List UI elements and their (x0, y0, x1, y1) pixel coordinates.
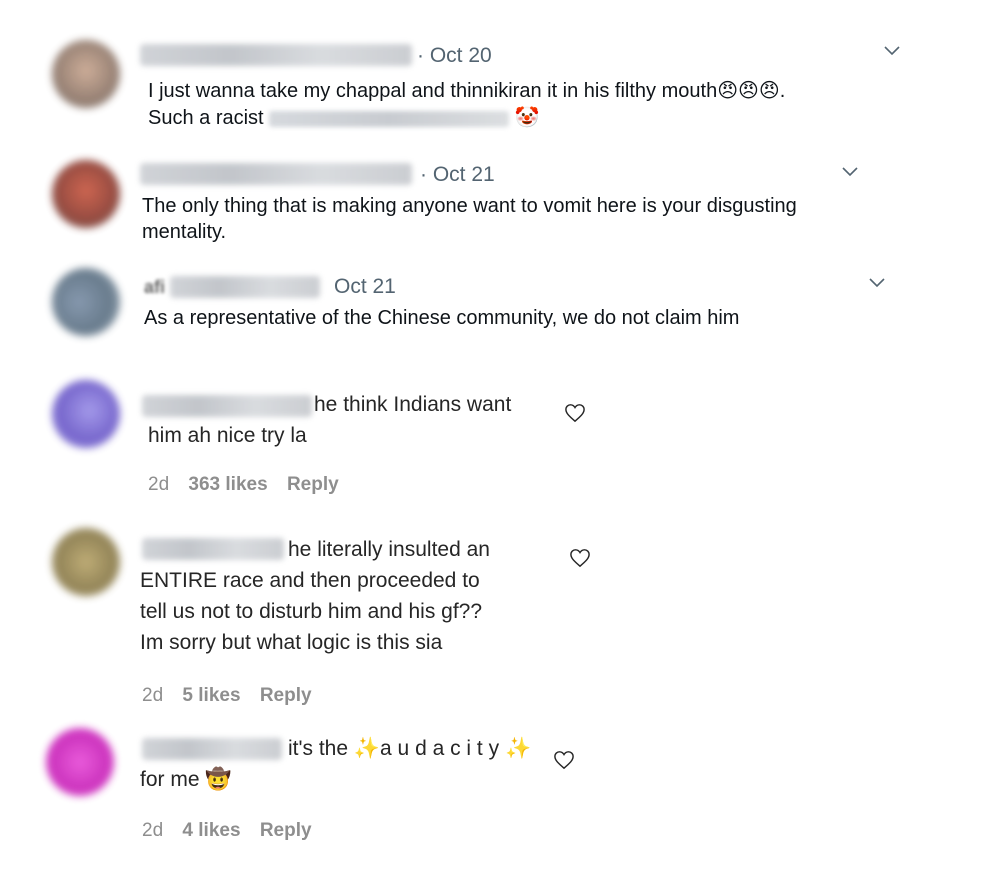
comment-likes[interactable]: 5 likes (182, 685, 240, 706)
avatar[interactable] (46, 728, 114, 796)
tweet-text-line: As a representative of the Chinese commu… (144, 307, 740, 329)
heart-icon[interactable] (553, 750, 575, 770)
reply-button[interactable]: Reply (260, 820, 312, 841)
tweet-text: The only thing that is making anyone wan… (142, 193, 902, 245)
comment-time[interactable]: 2d (142, 685, 163, 706)
blurred-username (140, 163, 412, 185)
angry-emoji: 😠😠😠 (717, 78, 780, 102)
comment-meta: 2d 5 likes Reply (142, 685, 326, 707)
tweet-text-line: Such a racist (148, 107, 264, 129)
tweet-date[interactable]: Oct 21 (334, 275, 396, 299)
comment-text-line: tell us not to disturb him and his gf?? (140, 600, 483, 623)
comment-meta: 2d 363 likes Reply (148, 474, 353, 496)
tweet-date[interactable]: · Oct 21 (420, 163, 495, 187)
comment-text-line: for me (140, 768, 200, 791)
tweet-text: As a representative of the Chinese commu… (144, 305, 904, 331)
tweet-date[interactable]: · Oct 20 (417, 44, 492, 68)
sparkles-emoji: ✨ (504, 736, 532, 760)
comment-likes[interactable]: 4 likes (182, 820, 240, 841)
reply-button[interactable]: Reply (260, 685, 312, 706)
blurred-username (170, 276, 320, 298)
avatar[interactable] (52, 160, 120, 228)
tweet-text: I just wanna take my chappal and thinnik… (148, 77, 908, 131)
comment-text-line: he think Indians want (314, 393, 512, 416)
comment-text-line: ENTIRE race and then proceeded to (140, 569, 480, 592)
display-name: afi (144, 277, 166, 297)
comment-text: he think Indians want him ah nice try la (148, 389, 568, 451)
avatar[interactable] (52, 528, 120, 596)
comment-text: he literally insulted an ENTIRE race and… (140, 534, 560, 658)
reply-button[interactable]: Reply (287, 474, 339, 495)
comment-text-line: he literally insulted an (288, 538, 490, 561)
comment-text-line: Im sorry but what logic is this sia (140, 631, 443, 654)
heart-icon[interactable] (564, 403, 586, 423)
tweet-text-line: I just wanna take my chappal and thinnik… (148, 80, 718, 102)
chevron-down-icon[interactable] (842, 167, 858, 177)
comment-text-line: it's the (288, 737, 349, 760)
heart-icon[interactable] (569, 548, 591, 568)
chevron-down-icon[interactable] (884, 46, 900, 56)
comment-time[interactable]: 2d (142, 820, 163, 841)
tweet-text-line: mentality. (142, 221, 227, 243)
cowboy-emoji: 🤠 (205, 767, 232, 791)
clown-emoji: 🤡 (514, 105, 540, 129)
chevron-down-icon[interactable] (869, 278, 885, 288)
tweet-text-line: The only thing that is making anyone wan… (142, 195, 797, 217)
comment-text: it's the ✨a u d a c i t y ✨ for me 🤠 (140, 733, 560, 795)
comment-meta: 2d 4 likes Reply (142, 820, 326, 842)
avatar[interactable] (52, 380, 120, 448)
comment-text-line: a u d a c i t y (380, 737, 500, 760)
blurred-text (269, 110, 510, 127)
avatar[interactable] (52, 40, 120, 108)
blurred-username (140, 44, 412, 66)
sparkles-emoji: ✨ (353, 736, 381, 760)
tweet-text-end: . (779, 80, 786, 102)
comment-likes[interactable]: 363 likes (188, 474, 267, 495)
comment-time[interactable]: 2d (148, 474, 169, 495)
comment-text-line: him ah nice try la (148, 424, 307, 447)
avatar[interactable] (52, 268, 120, 336)
